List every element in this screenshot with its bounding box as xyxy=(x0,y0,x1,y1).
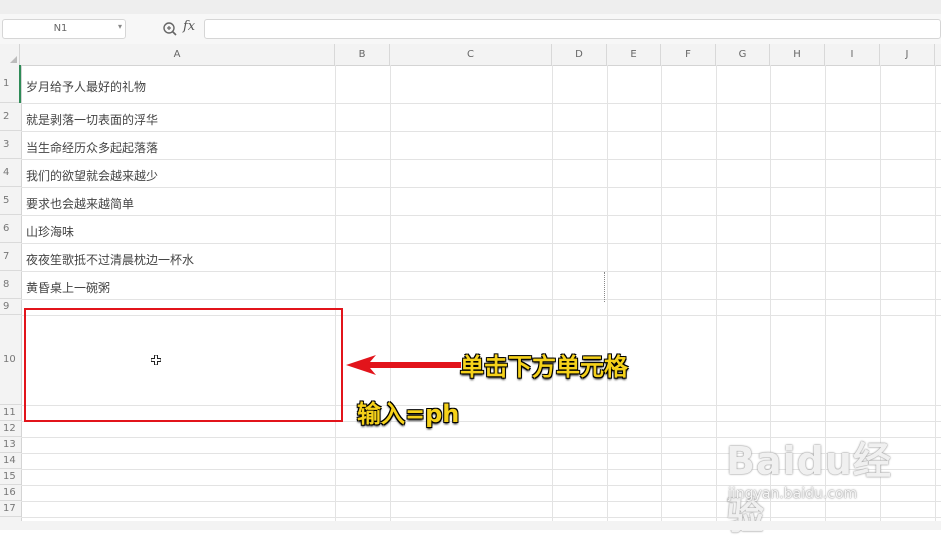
name-box[interactable]: N1 ▾ xyxy=(2,19,126,39)
row-header-9[interactable]: 9 xyxy=(0,299,21,315)
column-header-d[interactable]: D xyxy=(552,44,607,65)
cell-a7[interactable]: 夜夜笙歌抵不过清晨枕边一杯水 xyxy=(26,251,194,268)
grid-line xyxy=(935,65,936,530)
row-header-10[interactable]: 10 xyxy=(0,315,21,405)
cell-a1[interactable]: 岁月给予人最好的礼物 xyxy=(26,78,146,95)
grid-line xyxy=(21,243,941,244)
fx-icon[interactable]: fx xyxy=(183,19,195,34)
row-header-1[interactable]: 1 xyxy=(0,65,21,103)
name-box-value: N1 xyxy=(53,23,68,34)
arrow-icon xyxy=(346,355,461,375)
column-header-e[interactable]: E xyxy=(607,44,661,65)
column-header-f[interactable]: F xyxy=(661,44,716,65)
grid-line xyxy=(21,103,941,104)
row-header-3[interactable]: 3 xyxy=(0,131,21,159)
cell-a6[interactable]: 山珍海味 xyxy=(26,223,74,240)
row-header-14[interactable]: 14 xyxy=(0,453,21,469)
cell-a5[interactable]: 要求也会越来越简单 xyxy=(26,195,134,212)
cell-a2[interactable]: 就是剥落一切表面的浮华 xyxy=(26,111,158,128)
formula-bar: N1 ▾ fx xyxy=(0,14,941,45)
column-header-i[interactable]: I xyxy=(825,44,880,65)
column-header-j[interactable]: J xyxy=(880,44,935,65)
cell-a4[interactable]: 我们的欲望就会越来越少 xyxy=(26,167,158,184)
row-header-7[interactable]: 7 xyxy=(0,243,21,271)
cursor-icon xyxy=(151,355,161,365)
grid-line xyxy=(21,131,941,132)
watermark-url: jingyan.baidu.com xyxy=(728,486,858,502)
cell-a3[interactable]: 当生命经历众多起起落落 xyxy=(26,139,158,156)
grid-line xyxy=(335,65,336,530)
grid-line xyxy=(21,271,941,272)
column-header-h[interactable]: H xyxy=(770,44,825,65)
row-header-16[interactable]: 16 xyxy=(0,485,21,501)
highlight-box xyxy=(24,308,343,422)
row-header-12[interactable]: 12 xyxy=(0,421,21,437)
grid-line xyxy=(607,65,608,530)
cell-a8[interactable]: 黄昏桌上一碗粥 xyxy=(26,279,110,296)
chevron-down-icon[interactable]: ▾ xyxy=(118,22,122,31)
row-header: 1 2 3 4 5 6 7 8 9 10 11 12 13 14 15 16 1… xyxy=(0,65,22,530)
grid-line xyxy=(21,215,941,216)
row-header-8[interactable]: 8 xyxy=(0,271,21,299)
column-header-c[interactable]: C xyxy=(390,44,552,65)
row-header-13[interactable]: 13 xyxy=(0,437,21,453)
column-header-b[interactable]: B xyxy=(335,44,390,65)
column-header-g[interactable]: G xyxy=(716,44,770,65)
grid-line xyxy=(21,187,941,188)
row-header-17[interactable]: 17 xyxy=(0,501,21,517)
select-all-corner[interactable] xyxy=(0,44,20,65)
row-header-6[interactable]: 6 xyxy=(0,215,21,243)
row-header-2[interactable]: 2 xyxy=(0,103,21,131)
active-row-indicator xyxy=(19,65,21,103)
column-header: A B C D E F G H I J xyxy=(0,44,941,66)
grid-line xyxy=(716,65,717,530)
grid-line xyxy=(21,299,941,300)
annotation-type-formula: 输入=ph xyxy=(357,400,460,428)
annotation-click-cell: 单击下方单元格 xyxy=(460,353,628,381)
row-header-4[interactable]: 4 xyxy=(0,159,21,187)
row-header-5[interactable]: 5 xyxy=(0,187,21,215)
row-header-15[interactable]: 15 xyxy=(0,469,21,485)
sheet-bottom-strip xyxy=(0,521,941,530)
formula-input[interactable] xyxy=(204,19,941,39)
column-header-a[interactable]: A xyxy=(20,44,335,65)
row-header-11[interactable]: 11 xyxy=(0,405,21,421)
watermark: Baidu经验 jingyan.baidu.com xyxy=(726,428,896,538)
grid-line xyxy=(21,159,941,160)
grid-line xyxy=(552,65,553,530)
zoom-icon[interactable] xyxy=(162,20,178,38)
grid-line xyxy=(661,65,662,530)
title-strip xyxy=(0,0,941,15)
grid-line xyxy=(390,65,391,530)
page-break-line xyxy=(604,272,605,302)
